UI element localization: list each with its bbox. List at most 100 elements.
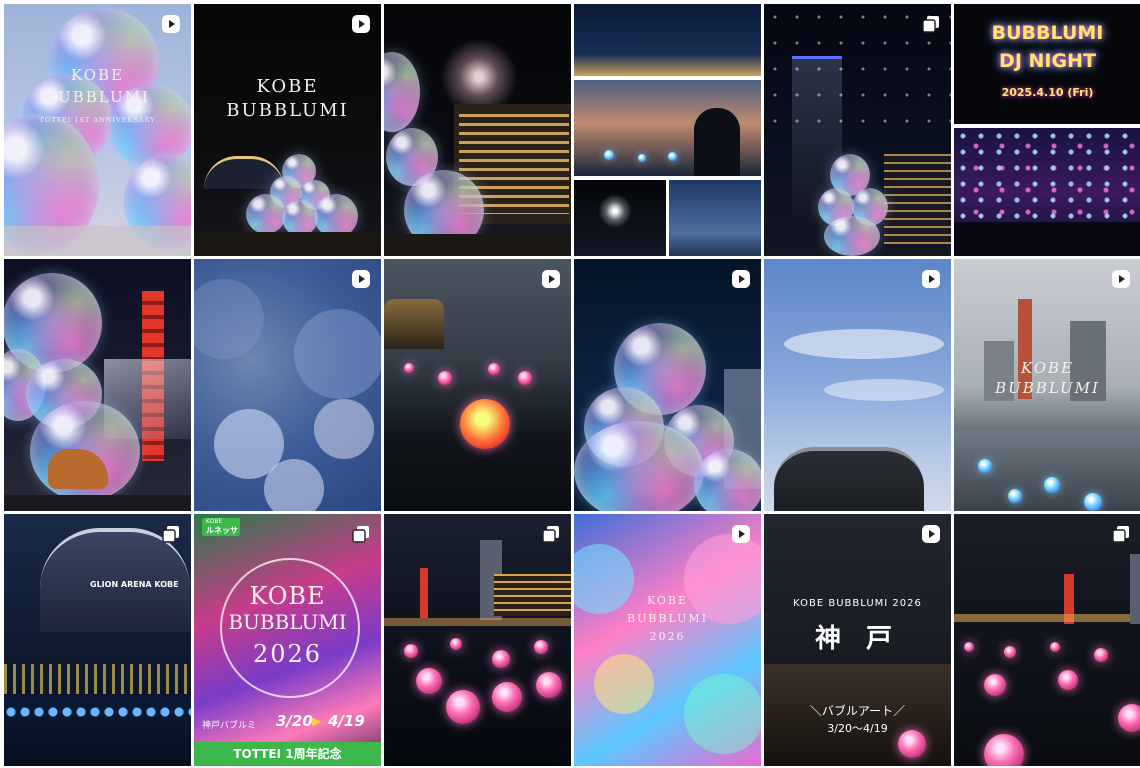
reel-icon [352,270,370,288]
post-title-line1: KOBE [256,76,319,97]
lit-building [884,154,951,244]
floating-light [1094,648,1108,662]
post-title-line1: KOBE [646,594,689,607]
post-title-line1: KOBE [249,582,326,610]
bokeh [294,309,381,399]
reel-icon [1112,270,1130,288]
grid-post-3[interactable] [384,4,571,256]
date-arrow-icon: ▶ [312,714,322,728]
dj-night-sign-photo: BUBBLUMI DJ NIGHT 2025.4.10 (Fri) [954,4,1140,124]
grid-post-8[interactable] [194,259,381,511]
bubble [384,52,420,132]
fireworks-photo [574,180,666,256]
post-title-line2: BUBBLUMI [228,610,347,634]
date-start: 3/20 [276,712,313,730]
grid-post-2[interactable]: KOBE BUBBLUMI [194,4,381,256]
floating-light [978,459,992,473]
grid-post-12[interactable]: KOBE BUBBLUMI [954,259,1140,511]
shoreline-lights [384,618,571,626]
post-heading: KOBE BUBBLUMI 2026 [793,598,922,609]
floating-light [404,644,418,658]
port-tower [420,568,428,618]
floating-light [1118,704,1140,732]
neon-sign-line1: BUBBLUMI [991,22,1104,44]
bubble [694,449,761,511]
neon-sign-date: 2025.4.10 (Fri) [1001,86,1094,99]
post-title-line2: BUBBLUMI [45,88,150,106]
arena-building [384,299,444,349]
bokeh [264,459,324,511]
floating-light [1058,670,1078,690]
grid-post-11[interactable] [764,259,951,511]
profile-grid: KOBE BUBBLUMI TOTTEI 1ST ANNIVERSARY KOB… [0,0,1140,768]
night-skyline-photo [574,4,761,76]
floating-light [404,363,414,373]
grid-post-6[interactable]: BUBBLUMI DJ NIGHT 2025.4.10 (Fri) [954,4,1140,256]
grid-post-5[interactable] [764,4,951,256]
banner-text: TOTTEI 1周年記念 [233,747,342,761]
grid-post-4[interactable] [574,4,761,256]
neon-sign-line2: DJ NIGHT [999,50,1096,72]
reel-icon [732,270,750,288]
floating-light [518,371,532,385]
shoreline-lights [954,614,1140,622]
tag-line2: ルネッサ [206,526,238,535]
floating-light [438,371,452,385]
sunset-harbor-photo [574,80,761,176]
post-subtitle: TOTTEI 1ST ANNIVERSARY [39,116,156,124]
floating-light [416,668,442,694]
floating-light [1004,646,1016,658]
carousel-icon [1112,526,1129,543]
dusk-harbor-photo [669,180,761,256]
reel-icon [922,525,940,543]
grid-post-10[interactable] [574,259,761,511]
bubble [824,216,880,256]
floating-light [1044,477,1060,493]
ground [384,234,571,256]
floating-light [492,682,522,712]
crowd-silhouette [954,222,1140,256]
floating-light [450,638,462,650]
city-building [1130,554,1140,624]
grid-post-17[interactable]: KOBE BUBBLUMI 2026 神 戸 ＼バブルアート／ 3/20〜4/1… [764,514,951,766]
post-title-line2: BUBBLUMI [626,612,709,625]
bubble [574,421,704,511]
post-title-line2: BUBBLUMI [226,100,349,121]
hotel-building [494,574,571,616]
grid-post-15[interactable] [384,514,571,766]
cloud [784,329,944,359]
floating-light [492,650,510,668]
crowd-photo [954,128,1140,256]
post-year: 2026 [252,640,323,668]
grid-post-7[interactable] [4,259,191,511]
bokeh [314,399,374,459]
floating-light [638,154,646,162]
floating-light [1084,493,1102,511]
grid-post-9[interactable] [384,259,571,511]
floating-light [984,734,1024,766]
cloud [824,379,944,401]
grid-post-16[interactable]: KOBE BUBBLUMI 2026 [574,514,761,766]
string-lights [4,664,191,694]
reel-icon [352,15,370,33]
reel-icon [922,270,940,288]
arena-sign: GLION ARENA KOBE [90,580,179,589]
grid-post-18[interactable] [954,514,1140,766]
floating-light [1008,489,1022,503]
grid-post-13[interactable]: GLION ARENA KOBE [4,514,191,766]
date-label: 神戸バブルミ [202,721,257,731]
carousel-icon [162,526,179,543]
carousel-icon [542,526,559,543]
grid-post-1[interactable]: KOBE BUBBLUMI TOTTEI 1ST ANNIVERSARY [4,4,191,256]
ground [194,232,381,256]
post-kanji: 神 戸 [814,624,901,654]
date-end: 4/19 [328,712,365,730]
floating-light [604,150,614,160]
bokeh [594,654,654,714]
ground [4,495,191,511]
post-line1: ＼バブルアート／ [809,704,906,718]
grid-post-14[interactable]: KOBE ルネッサ KOBE BUBBLUMI 2026 神戸バブルミ 3/20… [194,514,381,766]
fireworks [598,194,632,228]
glowing-ball [460,399,510,449]
carousel-icon [922,16,939,33]
